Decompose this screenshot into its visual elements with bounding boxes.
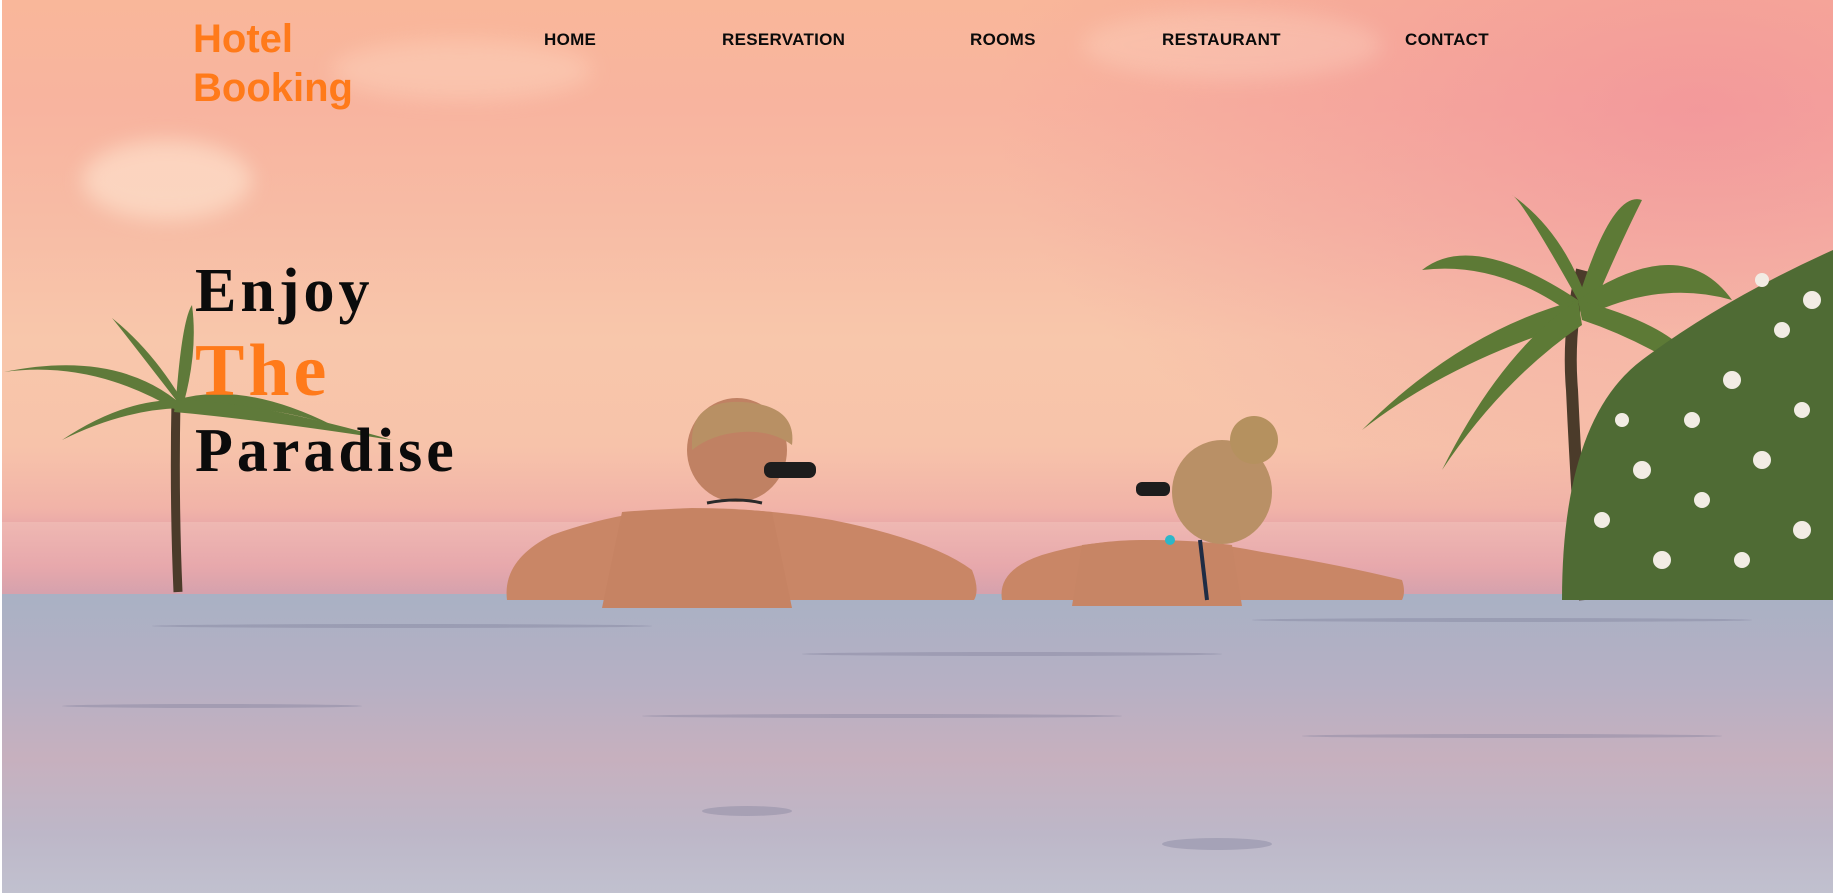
headline-line-1: Enjoy	[195, 257, 374, 325]
nav-rooms[interactable]: ROOMS	[970, 30, 1036, 50]
nav-home[interactable]: HOME	[544, 30, 596, 50]
nav-contact[interactable]: CONTACT	[1405, 30, 1489, 50]
nav-restaurant[interactable]: RESTAURANT	[1162, 30, 1281, 50]
hero-section: Hotel Booking HOME RESERVATION ROOMS RES…	[2, 0, 1833, 893]
woman-figure	[1001, 416, 1404, 606]
main-nav: HOME RESERVATION ROOMS RESTAURANT CONTAC…	[2, 0, 1833, 80]
headline-line-2: The	[195, 330, 331, 412]
nav-reservation[interactable]: RESERVATION	[722, 30, 845, 50]
man-figure	[506, 398, 977, 608]
hero-headline: Enjoy The Paradise	[195, 252, 458, 490]
headline-line-3: Paradise	[195, 417, 458, 485]
